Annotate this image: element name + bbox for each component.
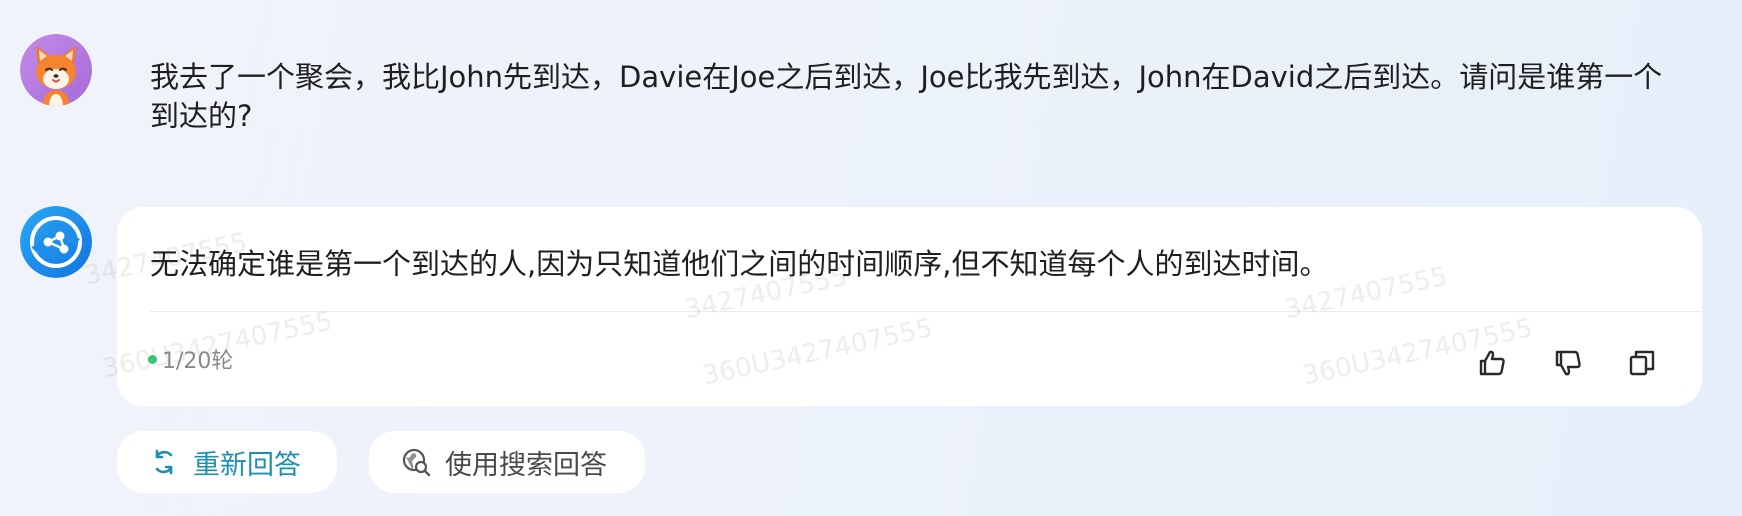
assistant-avatar (20, 206, 92, 278)
copy-icon (1629, 350, 1655, 376)
assistant-reply-card: 无法确定谁是第一个到达的人,因为只知道他们之间的时间顺序,但不知道每个人的到达时… (117, 207, 1702, 406)
dislike-button[interactable] (1552, 347, 1584, 379)
status-dot (148, 354, 157, 364)
thumbs-up-icon (1479, 350, 1505, 376)
fox-avatar-icon (20, 34, 92, 106)
search-answer-label: 使用搜索回答 (445, 449, 607, 481)
thumbs-down-icon (1555, 350, 1581, 376)
assistant-logo-icon (20, 206, 92, 278)
globe-search-icon (401, 447, 431, 477)
search-answer-button[interactable]: 使用搜索回答 (369, 431, 645, 493)
round-count-text: 1/20轮 (162, 349, 234, 374)
regenerate-button[interactable]: 重新回答 (117, 431, 337, 493)
round-counter: 1/20轮 (148, 343, 233, 375)
regenerate-label: 重新回答 (193, 449, 301, 481)
user-avatar (20, 34, 92, 106)
refresh-icon (149, 447, 179, 477)
assistant-reply-text: 无法确定谁是第一个到达的人,因为只知道他们之间的时间顺序,但不知道每个人的到达时… (150, 247, 1329, 281)
copy-button[interactable] (1626, 347, 1658, 379)
reply-divider (150, 311, 1702, 312)
user-message: 我去了一个聚会，我比John先到达，Davie在Joe之后到达，Joe比我先到达… (150, 60, 1663, 133)
like-button[interactable] (1476, 347, 1508, 379)
